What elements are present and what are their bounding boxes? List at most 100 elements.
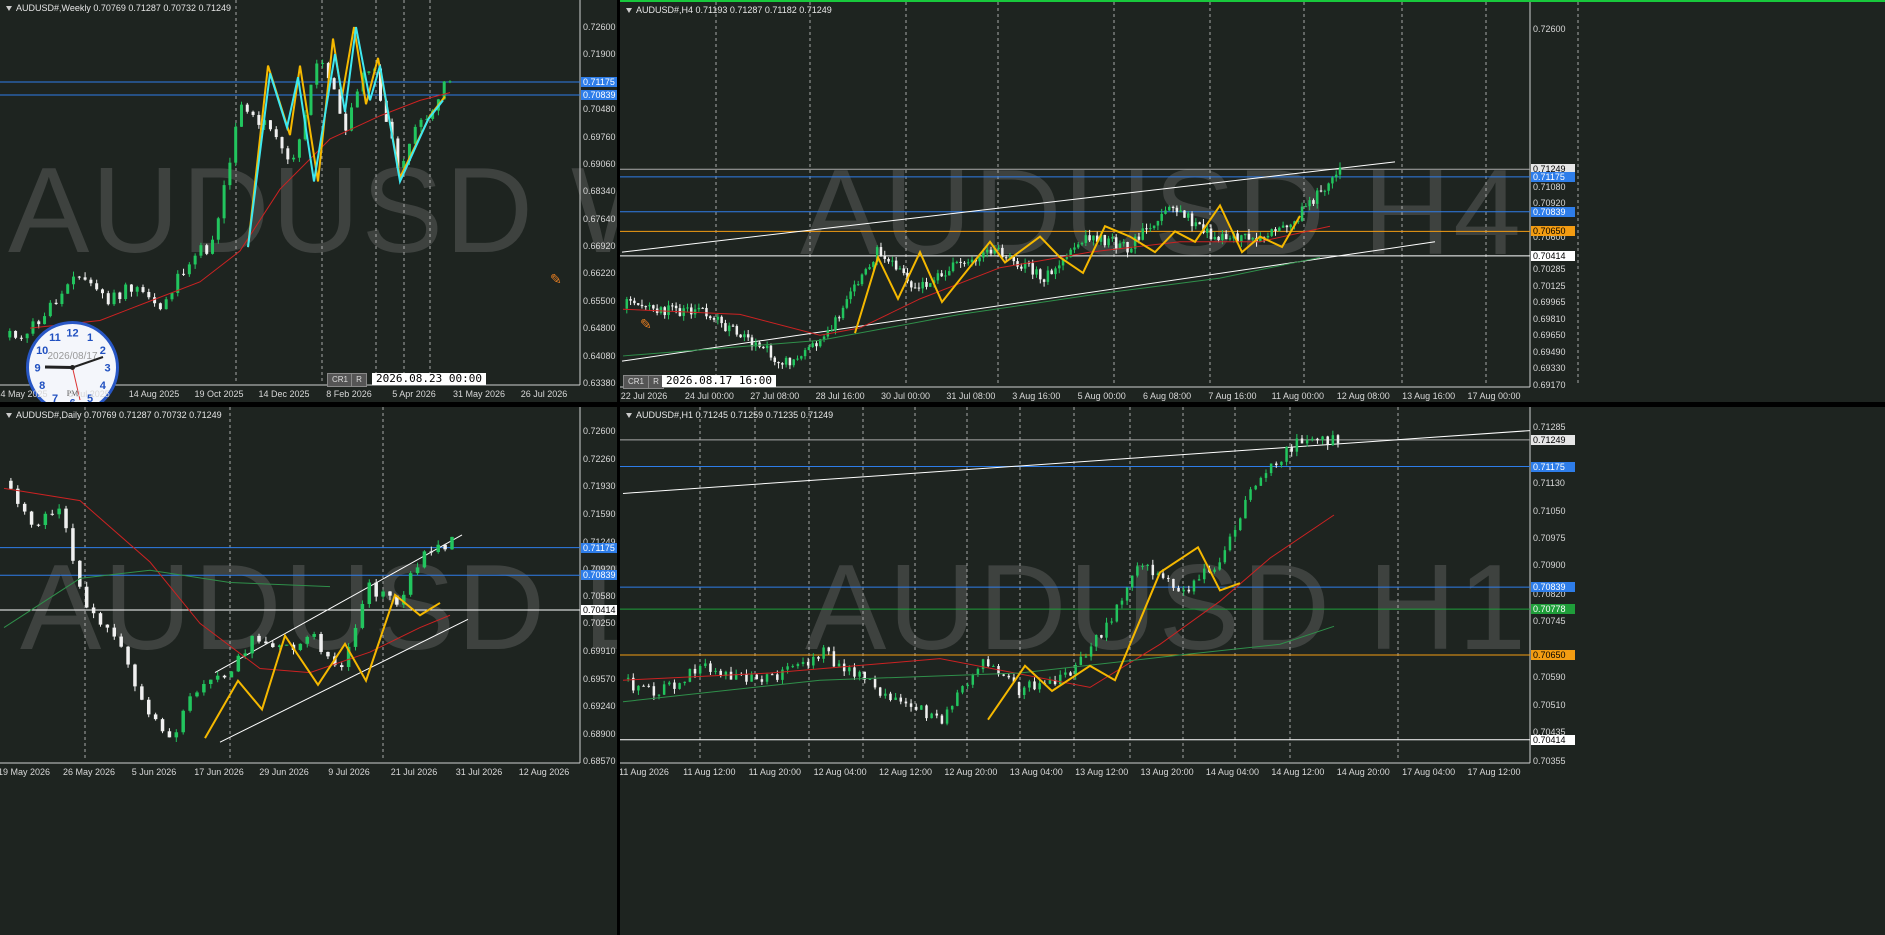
date-label: 29 Jun 2026 [259,767,309,777]
price-plot[interactable] [0,407,617,935]
candle-body [1080,242,1084,245]
candle-body [305,636,310,644]
candle-body [1203,568,1206,580]
candle-body [930,713,933,719]
candle-body [264,641,268,644]
candle-body [339,665,344,668]
candle-body [894,697,897,700]
price-label: 0.71930 [583,480,616,491]
candle-body [1187,213,1190,218]
candle-body [1120,600,1124,605]
clock-number: 9 [34,363,40,375]
zigzag-line [854,203,1301,334]
price-label: 0.69060 [583,158,616,169]
collapse-triangle-icon[interactable] [6,6,12,12]
candle-body [647,685,650,687]
date-label: 11 Aug 2026 [620,767,669,777]
candle-body [659,307,663,313]
candle-body [1141,566,1144,568]
candle-body [1172,578,1175,588]
candle-body [1254,485,1257,490]
price-label: 0.69240 [583,701,616,712]
r-button[interactable]: R [351,373,367,387]
date-box[interactable]: 2026.08.23 00:00 [372,373,486,385]
candle-body [834,317,837,331]
candle-body [72,276,76,285]
date-label: 13 Aug 16:00 [1402,391,1456,401]
candle-body [788,357,792,366]
candle-body [228,162,232,186]
candle-body [765,674,769,682]
cr1-button[interactable]: CR1 [327,373,353,387]
price-plot[interactable] [620,407,1885,935]
candle-body [1209,228,1213,240]
candle-body [174,732,179,738]
candle-body [791,666,794,668]
candle-body [657,694,661,696]
price-label: 0.71050 [1533,506,1566,517]
candle-body [202,684,206,693]
chart-pane-weekly[interactable]: AUDUSD W1 AUDUSD#,Weekly 0.70769 0.71287… [0,0,617,402]
collapse-triangle-icon[interactable] [626,8,632,14]
clock-number: 3 [104,363,110,375]
candle-body [956,692,959,706]
candle-body [129,284,133,292]
candle-body [743,334,746,338]
candle-body [750,337,754,347]
candle-body [112,292,116,305]
candle-body [1290,446,1293,452]
cr1-button[interactable]: CR1 [623,375,649,389]
candle-body [1183,210,1186,218]
candle-body [408,573,413,595]
candle-body [1145,228,1148,230]
collapse-triangle-icon[interactable] [6,413,12,419]
candle-body [1048,680,1052,684]
candle-body [950,705,954,710]
candle-body [419,119,423,127]
price-label: 0.69810 [1533,313,1566,324]
pencil-ruler-icon[interactable]: ✎ [550,271,562,288]
candle-body [792,359,795,366]
candle-body [182,273,186,275]
chart-pane-daily[interactable]: AUDUSD D1 AUDUSD#,Daily 0.70769 0.71287 … [0,407,617,935]
pencil-ruler-icon[interactable]: ✎ [640,316,652,333]
candle-body [78,560,82,587]
chart-pane-h1[interactable]: AUDUSD H1 AUDUSD#,H1 0.71245 0.71259 0.7… [620,407,1885,935]
date-label: 8 Feb 2026 [326,389,372,399]
candle-body [683,681,686,684]
price-label: 0.70590 [1533,671,1566,682]
candle-body [147,291,151,298]
candle-body [626,677,630,679]
date-label: 26 Jul 2026 [520,389,568,399]
price-label: 0.71285 [1533,422,1566,432]
price-plot[interactable] [620,2,1885,402]
date-label: 5 Jun 2026 [131,767,177,777]
collapse-triangle-icon[interactable] [626,413,632,419]
candle-body [1136,566,1139,576]
candle-body [14,330,18,338]
date-label: 27 Jul 08:00 [750,391,800,401]
candle-body [701,307,704,309]
candle-body [1194,222,1198,227]
chart-pane-h4[interactable]: AUDUSD H4 AUDUSD#,H4 0.71193 0.71287 0.7… [620,0,1885,402]
candle-body [1065,257,1069,259]
candle-body [1197,579,1201,581]
candle-body [961,686,964,693]
date-label: 9 Jul 2026 [328,767,370,777]
candle-body [1218,562,1221,570]
candle-body [864,269,868,275]
candle-body [884,693,887,696]
candle-body [1161,573,1165,578]
candle-body [827,647,831,652]
candle-body [271,643,275,648]
candle-body [1228,536,1232,551]
date-box[interactable]: 2026.08.17 16:00 [662,375,776,387]
candle-body [800,356,803,359]
chart-header: AUDUSD#,H4 0.71193 0.71287 0.71182 0.712… [636,5,832,15]
candle-body [830,330,833,332]
candle-body [100,289,104,294]
candle-body [845,299,849,308]
price-label: 0.66220 [583,268,616,279]
date-label: 5 Apr 2026 [392,389,436,399]
candle-body [250,635,254,654]
